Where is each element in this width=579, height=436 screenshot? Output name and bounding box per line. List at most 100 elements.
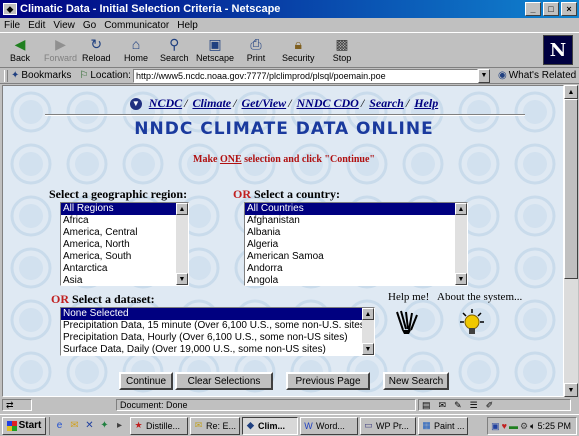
scroll-up-button[interactable]: ▲ (176, 203, 188, 215)
listbox-scrollbar[interactable]: ▲ ▼ (455, 203, 467, 285)
help-hands-icon[interactable] (393, 308, 421, 336)
nav-link-climate[interactable]: Climate (192, 96, 231, 110)
navigator-icon[interactable]: ▤ (422, 400, 431, 411)
scroll-up-button[interactable]: ▲ (455, 203, 467, 215)
scroll-up-button[interactable]: ▲ (362, 308, 374, 320)
edit-icon[interactable]: ✐ (486, 400, 494, 411)
app-icon[interactable]: ✦ (98, 419, 111, 432)
list-item[interactable]: Afghanistan (245, 215, 467, 227)
previous-page-button[interactable]: Previous Page (286, 372, 370, 390)
home-button[interactable]: ⌂ Home (124, 35, 148, 67)
clock[interactable]: 5:25 PM (537, 421, 571, 431)
task-climatic-data[interactable]: ◆ Clim... (242, 416, 298, 435)
task-label: WP Pr... (376, 420, 409, 431)
reload-button[interactable]: ↻ Reload (82, 35, 111, 67)
country-listbox[interactable]: All Countries Afghanistan Albania Algeri… (244, 202, 468, 286)
region-listbox[interactable]: All Regions Africa America, Central Amer… (60, 202, 189, 286)
scroll-up-button[interactable]: ▲ (564, 85, 578, 99)
list-item[interactable]: Albania (245, 227, 467, 239)
list-item[interactable]: America, Central (61, 227, 188, 239)
list-item[interactable]: Precipitation Data, Hourly (Over 6,100 U… (61, 332, 374, 344)
list-item[interactable]: America, North (61, 239, 188, 251)
task-email[interactable]: ✉ Re: E... (190, 416, 240, 435)
search-button[interactable]: ⚲ Search (160, 35, 189, 67)
list-item[interactable]: America, South (61, 251, 188, 263)
toolbar-grip[interactable] (4, 69, 8, 82)
lightbulb-icon[interactable] (457, 308, 487, 340)
menu-communicator[interactable]: Communicator (104, 20, 169, 31)
security-label: Security (282, 53, 315, 63)
continue-button[interactable]: Continue (119, 372, 173, 390)
dataset-listbox[interactable]: None Selected Precipitation Data, 15 min… (60, 307, 375, 356)
task-word[interactable]: W Word... (300, 416, 358, 435)
url-field[interactable]: http://www5.ncdc.noaa.gov:7777/plclimpro… (132, 68, 478, 83)
security-button[interactable]: 🔒︎ Security (282, 35, 315, 67)
nav-link-nndc-cdo[interactable]: NNDC CDO (297, 96, 359, 110)
tray-icon[interactable]: ♥ (502, 421, 507, 431)
netscape-button[interactable]: ▣ Netscape (196, 35, 234, 67)
menu-go[interactable]: Go (83, 20, 96, 31)
list-item[interactable]: All Countries (245, 203, 467, 215)
list-item[interactable]: Algeria (245, 239, 467, 251)
nav-link-help[interactable]: Help (414, 96, 438, 110)
mail-icon[interactable]: ✉ (439, 400, 447, 411)
netscape-logo[interactable]: N (543, 35, 573, 65)
list-item[interactable]: Andorra (245, 263, 467, 275)
listbox-scrollbar[interactable]: ▲ ▼ (176, 203, 188, 285)
help-me-link[interactable]: Help me! (388, 291, 429, 303)
task-paint[interactable]: ▦ Paint ... (418, 416, 468, 435)
netscape-app-icon[interactable]: ◆ (3, 3, 17, 15)
clear-selections-button[interactable]: Clear Selections (175, 372, 273, 390)
stop-button[interactable]: ▩ Stop (332, 35, 352, 67)
tray-icon[interactable]: ▣ (491, 421, 500, 432)
task-distiller[interactable]: ★ Distille... (130, 416, 188, 435)
task-wp[interactable]: ▭ WP Pr... (360, 416, 416, 435)
minimize-button[interactable]: _ (525, 2, 541, 16)
ie-icon[interactable]: e (53, 419, 66, 432)
tray-icon[interactable]: ▬ (509, 421, 518, 431)
list-item[interactable]: American Samoa (245, 251, 467, 263)
url-dropdown-button[interactable]: ▼ (477, 68, 490, 83)
about-system-link[interactable]: About the system... (437, 291, 522, 303)
scroll-down-button[interactable]: ▼ (455, 273, 467, 285)
forward-button[interactable]: ▶ Forward (44, 35, 77, 67)
scrollbar-thumb[interactable] (564, 99, 578, 279)
menu-edit[interactable]: Edit (28, 20, 45, 31)
menu-help[interactable]: Help (177, 20, 198, 31)
security-status[interactable]: ⇄ (2, 399, 32, 411)
list-item[interactable]: All Regions (61, 203, 188, 215)
list-item[interactable]: Angola (245, 275, 467, 285)
listbox-scrollbar[interactable]: ▲ ▼ (362, 308, 374, 355)
scroll-down-button[interactable]: ▼ (176, 273, 188, 285)
close-button[interactable]: × (561, 2, 577, 16)
discussion-icon[interactable]: ☰ (470, 400, 478, 411)
maximize-button[interactable]: □ (543, 2, 559, 16)
start-button[interactable]: Start (2, 416, 46, 435)
scroll-down-button[interactable]: ▼ (564, 383, 578, 397)
list-item[interactable]: Surface Data, Daily (Over 19,000 U.S., s… (61, 344, 374, 355)
nav-link-search[interactable]: Search (369, 96, 404, 110)
nav-link-ncdc[interactable]: NCDC (149, 96, 182, 110)
tray-icon[interactable]: ⚙ (520, 421, 528, 432)
app-icon[interactable]: ✕ (83, 419, 96, 432)
page-scrollbar[interactable]: ▲ ▼ (564, 85, 578, 397)
list-item[interactable]: Precipitation Data, 15 minute (Over 6,10… (61, 320, 374, 332)
list-item[interactable]: Antarctica (61, 263, 188, 275)
outlook-icon[interactable]: ✉ (68, 419, 81, 432)
composer-icon[interactable]: ✎ (454, 400, 462, 411)
desktop-icon[interactable]: ▸ (113, 419, 126, 432)
print-button[interactable]: ⎙ Print (246, 35, 266, 67)
menu-file[interactable]: File (4, 20, 20, 31)
back-button[interactable]: ◀ Back (10, 35, 30, 67)
new-search-button[interactable]: New Search (383, 372, 449, 390)
list-item[interactable]: None Selected (61, 308, 374, 320)
speaker-icon[interactable]: 🔈︎ (530, 421, 535, 432)
bookmarks-button[interactable]: ✦ Bookmarks (11, 70, 71, 81)
scroll-down-button[interactable]: ▼ (362, 343, 374, 355)
menu-view[interactable]: View (53, 20, 75, 31)
whats-related-button[interactable]: ◉ What's Related (498, 70, 576, 81)
list-item[interactable]: Asia (61, 275, 188, 285)
nav-link-getview[interactable]: Get/View (241, 96, 286, 110)
list-item[interactable]: Africa (61, 215, 188, 227)
component-bar[interactable]: ▤ ✉ ✎ ☰ ✐ (418, 399, 571, 411)
